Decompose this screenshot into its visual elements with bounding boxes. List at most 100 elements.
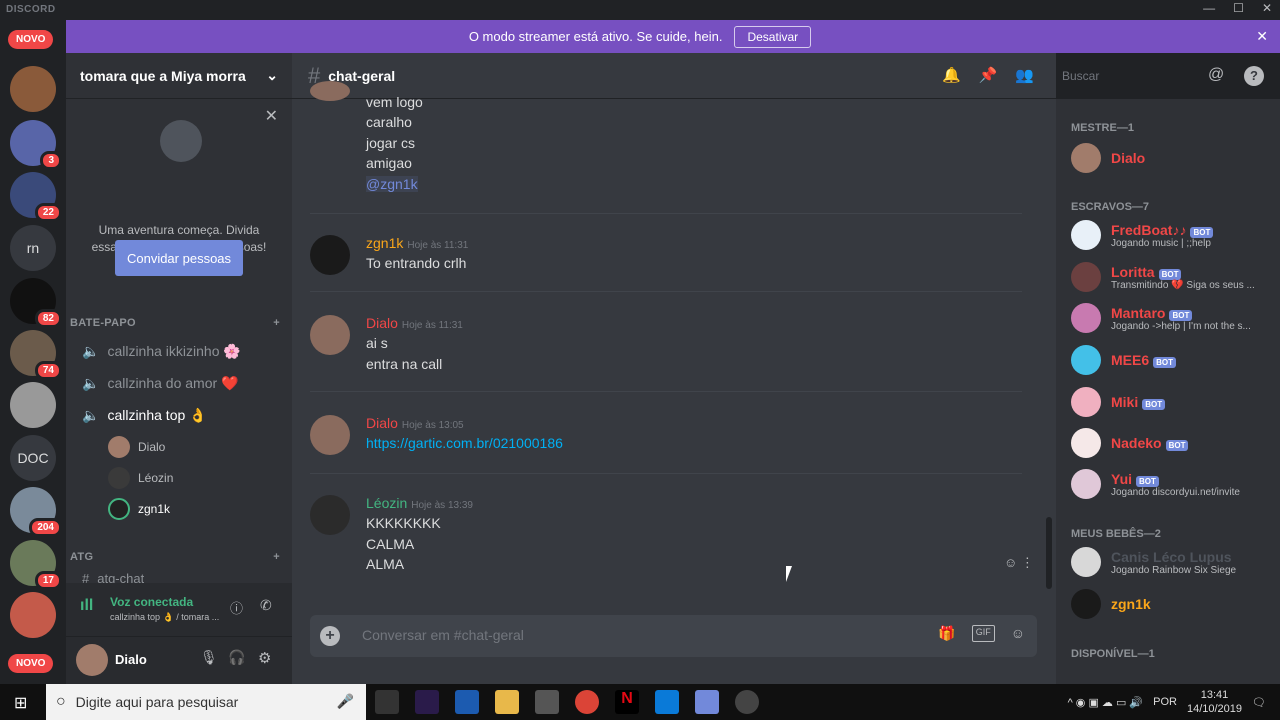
notifications-icon[interactable]: 🗨: [1252, 696, 1266, 709]
upload-icon[interactable]: +: [320, 626, 340, 646]
server-icon[interactable]: 74: [10, 330, 62, 380]
voice-channel-active[interactable]: 🔈 callzinha top 👌: [82, 407, 207, 424]
message-author[interactable]: Dialo Hoje às 11:31: [366, 315, 463, 331]
member-item[interactable]: zgn1k: [1071, 589, 1151, 619]
disable-streamer-button[interactable]: Desativar: [734, 25, 812, 48]
task-view-icon[interactable]: [375, 690, 399, 714]
clock[interactable]: 13:41 14/10/2019: [1187, 688, 1242, 716]
member-category: MEUS BEBÊS—2: [1071, 528, 1161, 540]
bold-app-icon[interactable]: [455, 690, 479, 714]
avatar: [1071, 469, 1101, 499]
member-item[interactable]: FredBoat♪♪ BOT Jogando music | ;;help: [1071, 220, 1214, 250]
obs-icon[interactable]: [735, 690, 759, 714]
message-author[interactable]: Léozin Hoje às 13:39: [366, 495, 473, 511]
category-bate-papo[interactable]: BATE-PAPO +: [70, 317, 280, 329]
member-status: Transmitindo 💔 Siga os seus ...: [1111, 279, 1255, 291]
member-name: Yui: [1111, 470, 1133, 487]
minimize-icon[interactable]: —: [1203, 1, 1215, 15]
members-icon[interactable]: 👥: [1015, 66, 1034, 84]
microphone-icon[interactable]: 🎤: [337, 693, 354, 710]
member-item[interactable]: Miki BOT: [1071, 387, 1166, 417]
add-channel-icon[interactable]: +: [273, 317, 280, 329]
pin-icon[interactable]: 📌: [979, 66, 998, 84]
edge-icon[interactable]: [655, 690, 679, 714]
scrollbar[interactable]: [1046, 517, 1052, 589]
server-header[interactable]: tomara que a Miya morra ⌄: [66, 53, 292, 99]
avatar[interactable]: [76, 644, 108, 676]
close-window-icon[interactable]: ✕: [1262, 1, 1272, 15]
headphones-icon[interactable]: 🎧: [228, 649, 245, 666]
server-icon[interactable]: DOC: [10, 435, 56, 481]
mute-icon[interactable]: 🎙: [200, 649, 218, 666]
close-invite-icon[interactable]: ✕: [265, 106, 278, 126]
discord-icon[interactable]: [695, 690, 719, 714]
bot-badge: BOT: [1158, 268, 1182, 280]
bot-badge: BOT: [1190, 226, 1214, 238]
member-item[interactable]: Nadeko BOT: [1071, 428, 1189, 458]
message-line: jogar cs: [366, 135, 416, 151]
after-effects-icon[interactable]: [415, 690, 439, 714]
language-indicator[interactable]: POR: [1153, 696, 1177, 708]
voice-channel[interactable]: 🔈 callzinha do amor ❤️: [82, 375, 238, 392]
taskbar-search-input[interactable]: Digite aqui para pesquisar: [76, 694, 239, 710]
emoji-icon[interactable]: ☺: [1011, 625, 1025, 642]
close-banner-icon[interactable]: ✕: [1256, 28, 1268, 45]
info-icon[interactable]: ⓘ: [230, 598, 243, 617]
message-input[interactable]: Conversar em #chat-geral: [362, 627, 524, 643]
gif-icon[interactable]: GIF: [971, 625, 995, 642]
mention-icon[interactable]: @: [1208, 66, 1224, 84]
member-item[interactable]: Yui BOT Jogando discordyui.net/invite: [1071, 469, 1240, 499]
voice-channel[interactable]: 🔈 callzinha ikkizinho 🌸: [82, 343, 241, 360]
disconnect-icon[interactable]: ✆: [260, 597, 272, 614]
avatar[interactable]: [310, 315, 350, 355]
reaction-icon[interactable]: ☺ ⋮: [1004, 555, 1034, 571]
netflix-icon[interactable]: N: [615, 690, 639, 714]
tray-icons[interactable]: ^ ◉ ▣ ☁ ▭ 🔊: [1068, 696, 1144, 709]
member-item[interactable]: MEE6 BOT: [1071, 345, 1177, 375]
avatar: [108, 467, 130, 489]
add-channel-icon[interactable]: +: [273, 551, 280, 563]
message-link[interactable]: https://gartic.com.br/021000186: [366, 435, 563, 451]
new-badge-bottom: NOVO: [8, 654, 54, 673]
chrome-icon[interactable]: [575, 690, 599, 714]
server-icon[interactable]: [10, 66, 56, 112]
file-explorer-icon[interactable]: [495, 690, 519, 714]
server-icon[interactable]: [10, 592, 56, 638]
message-author[interactable]: zgn1k Hoje às 11:31: [366, 235, 468, 251]
maximize-icon[interactable]: ☐: [1233, 1, 1244, 15]
invite-people-button[interactable]: Convidar pessoas: [115, 240, 243, 276]
voice-user[interactable]: zgn1k: [108, 498, 170, 520]
voice-user[interactable]: Léozin: [108, 467, 173, 489]
text-channel[interactable]: # atg-chat: [82, 573, 144, 583]
server-icon[interactable]: [10, 382, 56, 428]
avatar[interactable]: [310, 495, 350, 535]
server-icon[interactable]: 204: [10, 487, 62, 537]
help-icon[interactable]: ?: [1244, 66, 1264, 86]
avatar[interactable]: [310, 235, 350, 275]
message-composer[interactable]: + Conversar em #chat-geral 🎁 GIF ☺: [310, 615, 1037, 657]
taskbar-search[interactable]: ○ Digite aqui para pesquisar 🎤: [46, 684, 366, 720]
avatar[interactable]: [310, 415, 350, 455]
windows-start-icon[interactable]: ⊞: [14, 693, 27, 713]
member-item[interactable]: Loritta BOT Transmitindo 💔 Siga os seus ..…: [1071, 262, 1255, 292]
mention-badge: 22: [34, 203, 62, 222]
member-status: Jogando music | ;;help: [1111, 237, 1211, 249]
gear-icon[interactable]: ⚙: [258, 649, 271, 667]
server-icon[interactable]: 22: [10, 172, 62, 222]
member-item[interactable]: Dialo: [1071, 143, 1145, 173]
gift-icon[interactable]: 🎁: [938, 625, 955, 642]
bot-badge: BOT: [1169, 309, 1193, 321]
voice-user[interactable]: Dialo: [108, 436, 165, 458]
mention-link[interactable]: @zgn1k: [366, 176, 418, 192]
search-input[interactable]: Buscar: [1056, 64, 1184, 88]
bell-icon[interactable]: 🔔: [942, 66, 961, 84]
server-icon[interactable]: 17: [10, 540, 62, 590]
server-icon[interactable]: rn: [10, 225, 56, 271]
member-item[interactable]: Mantaro BOT Jogando ->help | I'm not the s…: [1071, 303, 1251, 333]
category-atg[interactable]: ATG +: [70, 551, 280, 563]
server-icon[interactable]: 3: [10, 120, 62, 170]
message-author[interactable]: Dialo Hoje às 13:05: [366, 415, 464, 431]
server-icon[interactable]: 82: [10, 278, 62, 328]
mail-icon[interactable]: [535, 690, 559, 714]
member-item[interactable]: Canis Léco Lupus Jogando Rainbow Six Sieg…: [1071, 547, 1236, 577]
